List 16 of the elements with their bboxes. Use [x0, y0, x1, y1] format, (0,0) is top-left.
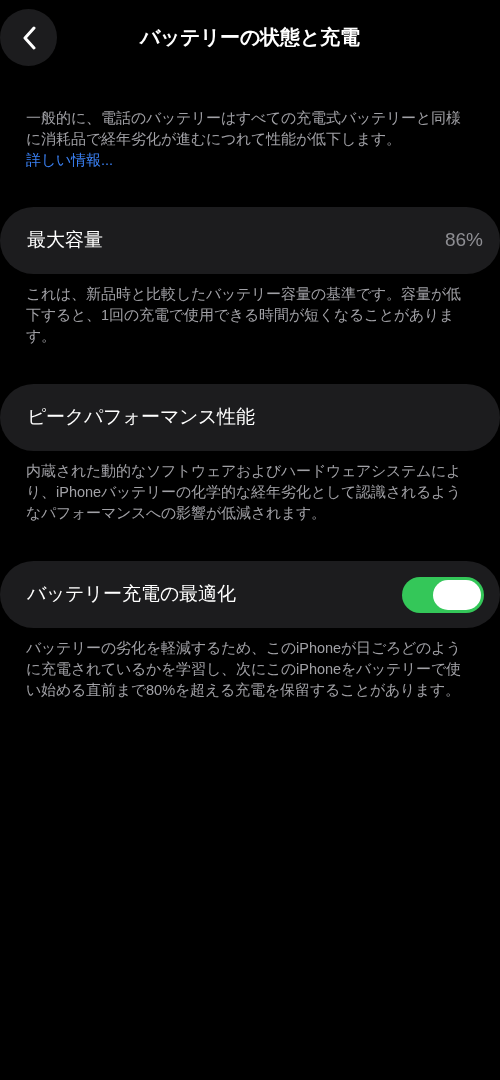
toggle-knob [433, 579, 481, 610]
intro-text: 一般的に、電話のバッテリーはすべての充電式バッテリーと同様に消耗品で経年劣化が進むにつれて性能が低下します。 詳しい情報... [25, 109, 462, 170]
page-title: バッテリーの状態と充電 [140, 25, 360, 50]
row-label: 最大容量 [27, 228, 103, 253]
settings-row[interactable]: ピークパフォーマンス性能 [0, 384, 500, 451]
row-label: バッテリー充電の最適化 [27, 582, 236, 607]
back-button[interactable] [0, 9, 57, 66]
row-value: 86% [444, 228, 484, 253]
back-icon [21, 25, 36, 50]
footnote-text: 内蔵された動的なソフトウェアおよびハードウェアシステムにより、iPhoneバッテリーの化学的な経年劣化として認識されるようなパフォーマンスへの影響が低減されます。 [25, 462, 463, 523]
more-info-link[interactable]: 詳しい情報... [26, 152, 114, 168]
footnote-text: これは、新品時と比較したバッテリー容量の基準です。容量が低下すると、1回の充電で使用できる時間が短くなることがあります。 [25, 285, 462, 346]
row-label: ピークパフォーマンス性能 [27, 405, 255, 430]
toggle-switch[interactable] [402, 576, 484, 613]
settings-row[interactable]: 最大容量 86% [0, 207, 500, 274]
footnote-text: バッテリーの劣化を軽減するため、このiPhoneが日ごろどのように充電されているかを学習し、次にこのiPhoneをバッテリーで使い始める直前まで80%を超える充電を保留することがあります。 [25, 639, 463, 700]
